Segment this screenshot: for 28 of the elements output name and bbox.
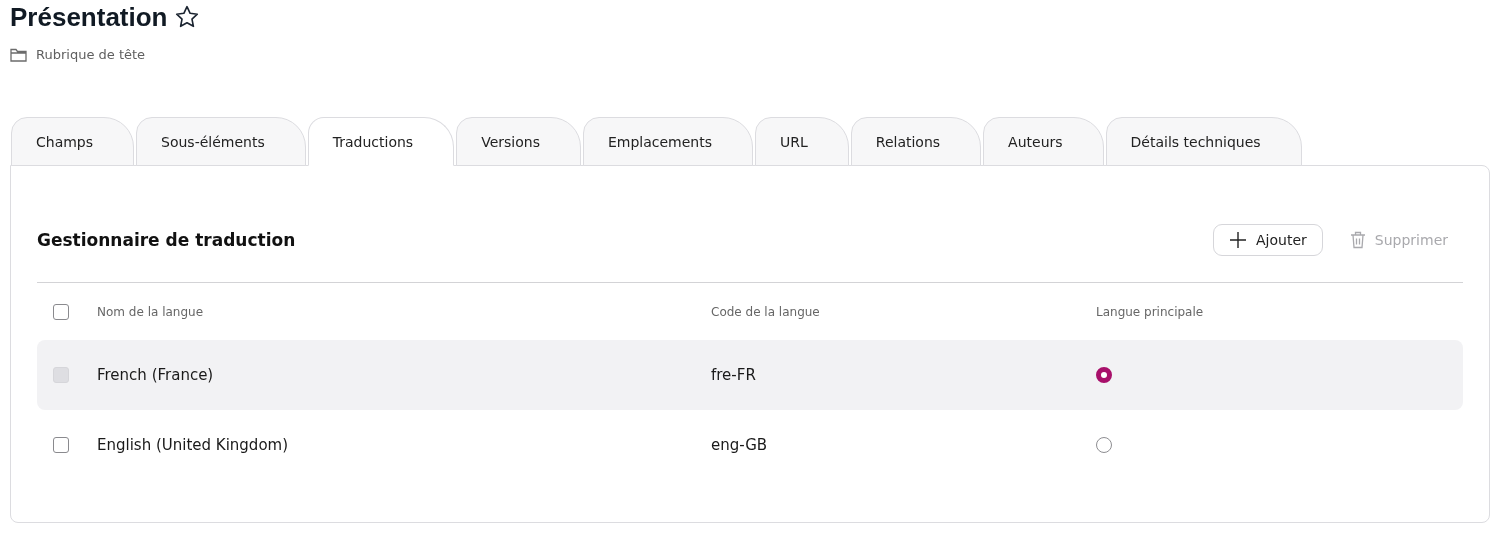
table-cell-text: French (France) [97, 366, 215, 384]
trash-icon [1349, 231, 1366, 249]
select-all-checkbox[interactable] [53, 303, 69, 320]
page-title: Présentation [10, 1, 168, 33]
tab[interactable]: Détails techniques [1105, 117, 1302, 166]
table-cell-text: fre-FR [711, 366, 757, 384]
tab[interactable]: Champs [11, 117, 135, 166]
tab[interactable]: Relations [850, 117, 982, 166]
star-icon[interactable] [173, 4, 200, 30]
tab[interactable]: Traductions [307, 117, 455, 166]
column-header: Code de la langue [711, 304, 821, 319]
add-button[interactable]: Ajouter [1213, 224, 1323, 256]
tab[interactable]: Auteurs [983, 117, 1104, 166]
location-label: Rubrique de tête [36, 47, 146, 62]
tab[interactable]: URL [755, 117, 849, 166]
panel-title: Gestionnaire de traduction [37, 230, 296, 250]
primary-language-radio[interactable] [1096, 437, 1112, 453]
column-header: Nom de la langue [97, 304, 205, 319]
tab[interactable]: Versions [456, 117, 581, 166]
row-checkbox[interactable] [53, 437, 69, 453]
plus-icon [1229, 231, 1248, 249]
tab[interactable]: Sous-éléments [136, 117, 306, 166]
table-cell-text: English (United Kingdom) [97, 436, 290, 454]
column-header: Langue principale [1096, 304, 1205, 319]
table-cell-text: eng-GB [711, 436, 769, 454]
table-row[interactable]: English (United Kingdom) eng-GB [37, 410, 1463, 480]
folder-icon [10, 47, 27, 62]
tab[interactable]: Emplacements [582, 117, 753, 166]
